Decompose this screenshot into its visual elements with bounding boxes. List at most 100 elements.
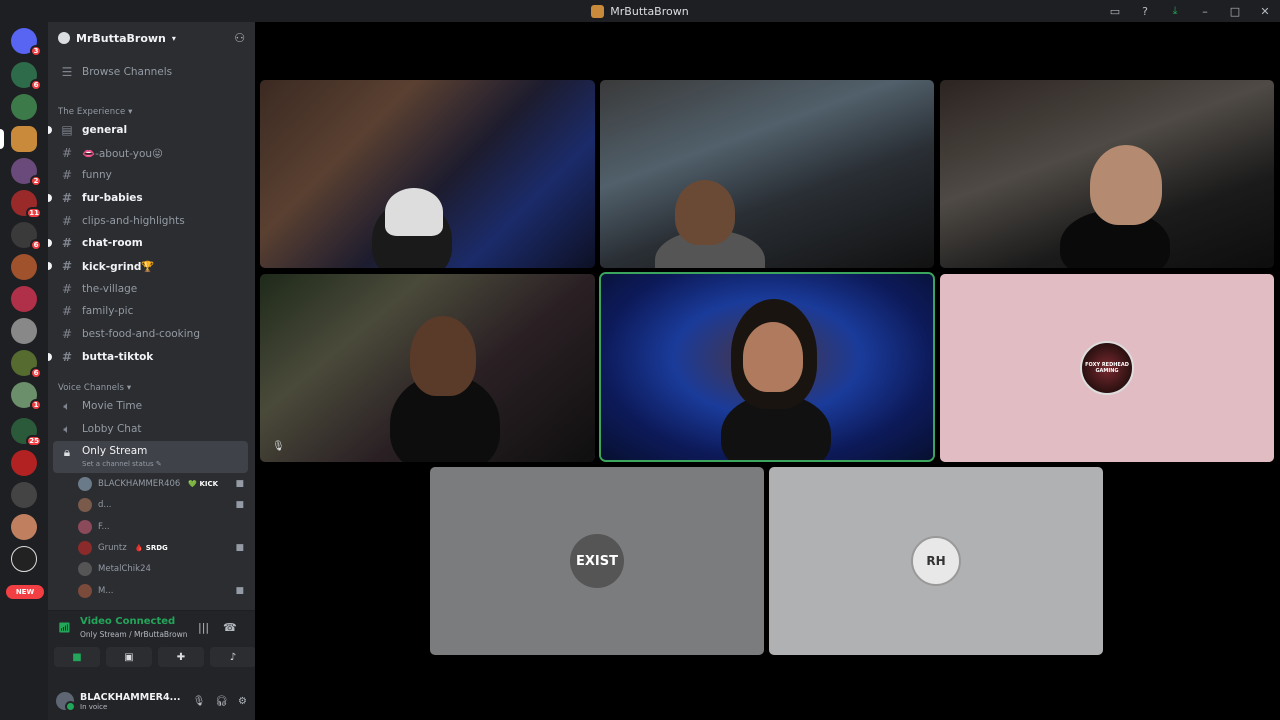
- avatar: [78, 520, 92, 534]
- voice-channel-lobby-chat[interactable]: 🔈︎ Lobby Chat: [53, 419, 248, 439]
- help-icon[interactable]: ?: [1130, 0, 1160, 22]
- video-grid: 🎙︎ FOXY REDHEAD GAMING EXIST RH: [255, 22, 1280, 720]
- exist-avatar: EXIST: [570, 534, 624, 588]
- voice-channel-only-stream[interactable]: 🔒︎ Only Stream Set a channel status ✎: [53, 441, 248, 473]
- video-tile[interactable]: [940, 80, 1274, 268]
- avatar[interactable]: [56, 692, 76, 712]
- server-icon[interactable]: 6: [11, 62, 42, 91]
- channel-kick-grind[interactable]: # kick-grind🏆: [48, 256, 248, 276]
- user-tag: 🩸 SRDG: [134, 544, 168, 552]
- hash-icon: #: [61, 282, 73, 296]
- signal-icon[interactable]: 📶︎: [58, 623, 71, 635]
- activities-button[interactable]: ✚: [158, 647, 204, 667]
- server-icon-selected[interactable]: [0, 126, 37, 152]
- channel-butta-tiktok[interactable]: # butta-tiktok: [48, 347, 248, 367]
- headphones-icon[interactable]: 🎧︎: [215, 696, 228, 707]
- channel-chat-room[interactable]: # chat-room: [48, 233, 248, 253]
- download-icon[interactable]: ⤓: [1160, 0, 1190, 22]
- server-icon[interactable]: 2: [11, 158, 42, 187]
- channel-best-food-and-cooking[interactable]: # best-food-and-cooking: [53, 324, 248, 344]
- username[interactable]: BLACKHAMMER4...: [80, 692, 180, 703]
- server-icon[interactable]: [11, 450, 37, 476]
- voice-channel-movie-time[interactable]: 🔈︎ Movie Time: [53, 396, 248, 416]
- voice-user[interactable]: d... ■: [78, 496, 248, 514]
- hash-icon: #: [61, 214, 73, 228]
- camera-icon: ■: [235, 586, 244, 596]
- close-icon[interactable]: ✕: [1250, 0, 1280, 22]
- connection-location[interactable]: Only Stream / MrButtaBrown: [80, 630, 187, 639]
- video-tile[interactable]: 🎙︎: [260, 274, 595, 462]
- avatar-label: FOXY REDHEAD GAMING: [1085, 362, 1129, 374]
- camera-button[interactable]: ■: [54, 647, 100, 667]
- channel-funny[interactable]: # funny: [53, 165, 248, 185]
- avatar: [78, 541, 92, 555]
- add-member-icon[interactable]: ⚇: [234, 31, 245, 45]
- hash-icon: #: [61, 191, 73, 205]
- channel-status-text: Set a channel status: [82, 460, 154, 468]
- avatar-tile[interactable]: EXIST: [430, 467, 764, 655]
- voice-user[interactable]: MetalChik24: [78, 560, 248, 578]
- soundboard-button[interactable]: ♪: [210, 647, 256, 667]
- server-icon[interactable]: [11, 514, 37, 540]
- voice-user[interactable]: M... ■: [78, 582, 248, 600]
- channel-clips-and-highlights[interactable]: # clips-and-highlights: [53, 211, 248, 231]
- mic-muted-icon: 🎙︎: [272, 441, 285, 452]
- category-experience[interactable]: The Experience ▾: [58, 107, 132, 117]
- voice-user[interactable]: F...: [78, 518, 248, 536]
- microphone-icon[interactable]: 🎙︎: [193, 696, 206, 707]
- server-icon[interactable]: [11, 546, 37, 572]
- minimize-icon[interactable]: –: [1190, 0, 1220, 22]
- screen-share-button[interactable]: ▣: [106, 647, 152, 667]
- server-icon[interactable]: 6: [11, 350, 42, 379]
- voice-user-name: F...: [98, 522, 110, 532]
- voice-user[interactable]: BLACKHAMMER406 💚 KICK ■: [78, 475, 248, 493]
- channel-status[interactable]: Set a channel status ✎: [82, 460, 162, 468]
- avatar-label: EXIST: [576, 553, 618, 569]
- channel-label: family-pic: [82, 305, 134, 317]
- badge: 6: [30, 79, 42, 91]
- channel-label: chat-room: [82, 237, 143, 249]
- channel-about-you[interactable]: # 👄-about-you😜: [53, 143, 248, 163]
- guild-header[interactable]: MrButtaBrown ▾ ⚇: [48, 22, 255, 54]
- category-voice[interactable]: Voice Channels ▾: [58, 383, 131, 393]
- video-tile-speaking[interactable]: [601, 274, 933, 460]
- gear-icon[interactable]: ⚙: [238, 696, 247, 707]
- noise-suppression-icon[interactable]: |||: [198, 621, 209, 634]
- channel-family-pic[interactable]: # family-pic: [53, 301, 248, 321]
- avatar-label: RH: [926, 554, 946, 568]
- server-icon[interactable]: 25: [11, 418, 42, 447]
- hash-icon: #: [61, 350, 73, 364]
- video-tile[interactable]: [600, 80, 934, 268]
- avatar-tile[interactable]: RH: [769, 467, 1103, 655]
- activities-icon: ✚: [176, 651, 186, 663]
- voice-user[interactable]: Gruntz 🩸 SRDG ■: [78, 539, 248, 557]
- channel-label: the-village: [82, 283, 138, 295]
- server-icon[interactable]: [11, 254, 37, 280]
- voice-user-name: d...: [98, 500, 112, 510]
- browse-channels[interactable]: ☰ Browse Channels: [53, 62, 248, 82]
- channel-label: 👄-about-you😜: [82, 147, 164, 160]
- server-icon[interactable]: [11, 318, 37, 344]
- maximize-icon[interactable]: □: [1220, 0, 1250, 22]
- browse-channels-label: Browse Channels: [82, 66, 173, 78]
- avatar-tile[interactable]: FOXY REDHEAD GAMING: [940, 274, 1274, 462]
- server-icon[interactable]: [11, 482, 37, 508]
- channel-the-village[interactable]: # the-village: [53, 279, 248, 299]
- new-badge[interactable]: NEW: [6, 585, 44, 599]
- server-icon[interactable]: 1: [11, 382, 42, 411]
- badge: 25: [26, 435, 42, 447]
- server-icon[interactable]: 11: [11, 190, 42, 219]
- guild-icon: [591, 4, 605, 18]
- channel-general[interactable]: ▤ general: [48, 120, 248, 140]
- connection-status[interactable]: Video Connected: [80, 616, 175, 627]
- server-icon[interactable]: 6: [11, 222, 42, 251]
- server-icon[interactable]: [11, 94, 37, 120]
- server-icon[interactable]: [11, 286, 37, 312]
- channel-label: general: [82, 124, 128, 136]
- video-icon: ■: [72, 651, 82, 663]
- disconnect-icon[interactable]: ☎: [223, 621, 237, 634]
- home-discord-icon[interactable]: 3: [11, 28, 42, 57]
- inbox-icon[interactable]: ▭: [1100, 0, 1130, 22]
- video-tile[interactable]: [260, 80, 595, 268]
- channel-fur-babies[interactable]: # fur-babies: [48, 188, 248, 208]
